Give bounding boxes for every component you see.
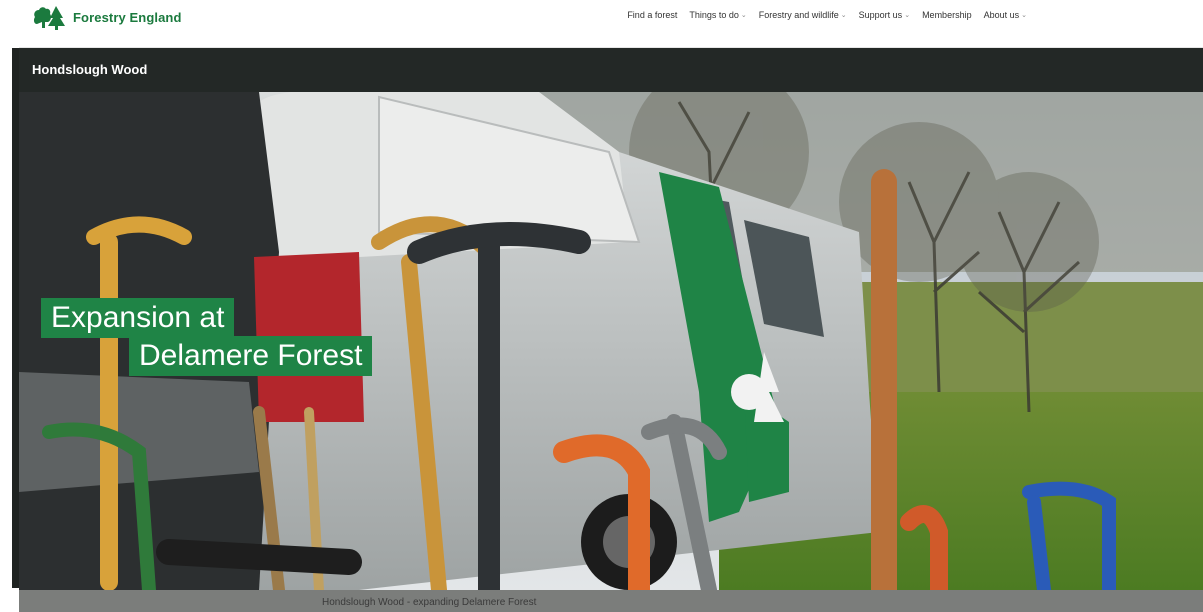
chevron-down-icon: ⌄ <box>840 12 847 19</box>
headline-line-1: Expansion at <box>41 298 235 338</box>
forestry-england-logo[interactable]: Forestry England <box>33 4 182 30</box>
hero-headline: Expansion at Delamere Forest <box>41 298 373 376</box>
main-nav: Find a forest Things to do ⌄ Forestry and… <box>627 10 1027 20</box>
left-edge-dark <box>12 48 19 588</box>
nav-label: Membership <box>922 10 972 20</box>
tree-logo-icon <box>33 6 65 30</box>
hero-image: Expansion at Delamere Forest <box>19 92 1203 590</box>
left-edge <box>0 0 19 612</box>
page-title-bar: Hondslough Wood <box>19 48 1203 92</box>
nav-label: Find a forest <box>627 10 678 20</box>
nav-label: Things to do <box>689 10 739 20</box>
nav-label: About us <box>983 10 1020 20</box>
chevron-down-icon: ⌄ <box>904 12 911 19</box>
logo-text: Forestry England <box>73 9 182 25</box>
nav-forestry-and-wildlife[interactable]: Forestry and wildlife ⌄ <box>759 10 847 20</box>
nav-label: Support us <box>858 10 903 20</box>
image-caption: Hondslough Wood - expanding Delamere For… <box>322 597 537 608</box>
site-header: Forestry England Find a forest Things to… <box>19 0 1203 48</box>
chevron-down-icon: ⌄ <box>740 12 747 19</box>
nav-things-to-do[interactable]: Things to do ⌄ <box>689 10 746 20</box>
headline-line-2: Delamere Forest <box>129 336 373 376</box>
chevron-down-icon: ⌄ <box>1021 12 1027 19</box>
page-title: Hondslough Wood <box>32 62 148 77</box>
nav-label: Forestry and wildlife <box>758 10 839 20</box>
nav-membership[interactable]: Membership <box>922 10 972 20</box>
nav-support-us[interactable]: Support us ⌄ <box>859 10 910 20</box>
image-caption-bar: Hondslough Wood - expanding Delamere For… <box>19 590 1203 612</box>
nav-about-us[interactable]: About us ⌄ <box>984 10 1027 20</box>
nav-find-a-forest[interactable]: Find a forest <box>627 10 677 20</box>
